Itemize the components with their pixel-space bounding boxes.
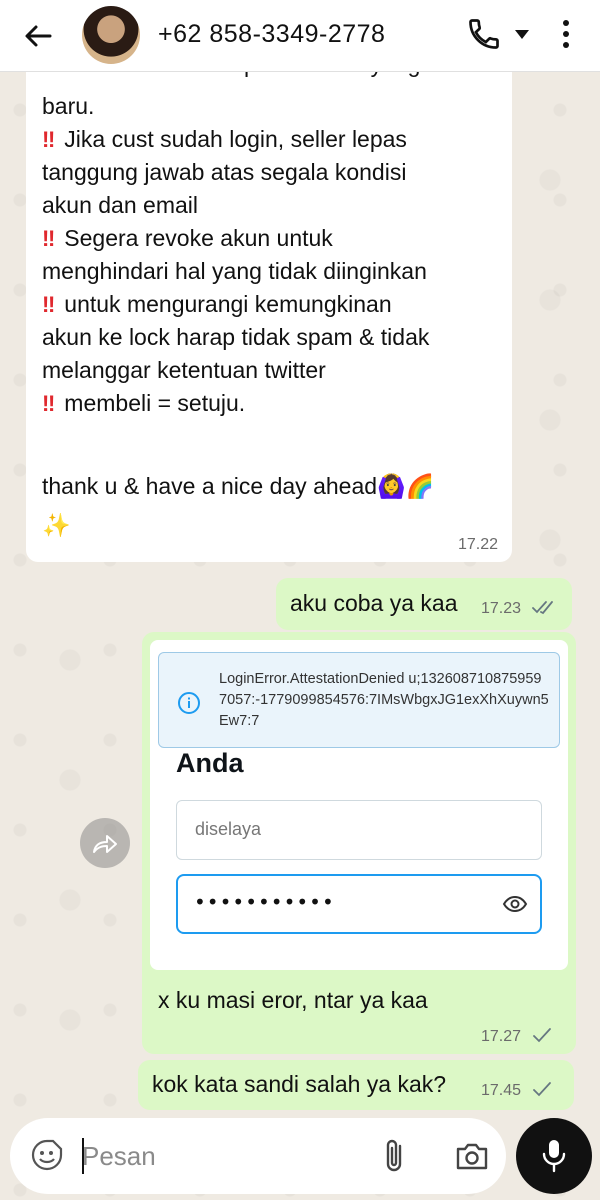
- forward-icon: [93, 835, 117, 853]
- message-body: baru. ‼ Jika cust sudah login, seller lepa…: [42, 90, 502, 420]
- sent-tick-icon: [532, 1028, 558, 1044]
- avatar[interactable]: [82, 6, 140, 64]
- message-line: ‼ Segera revoke akun untuk: [42, 222, 502, 255]
- error-message: LoginError.AttestationDenied u;132608710…: [219, 671, 549, 729]
- sent-message[interactable]: aku coba ya kaa 17.23: [276, 578, 572, 630]
- double-exclamation-icon: ‼: [42, 391, 55, 416]
- mic-icon: [542, 1140, 566, 1173]
- message-composer: [10, 1118, 506, 1194]
- more-vert-icon[interactable]: [556, 16, 576, 52]
- message-input[interactable]: [82, 1136, 362, 1176]
- message-line: menghindari hal yang tidak diinginkan: [42, 255, 502, 288]
- message-line-text: melanggar ketentuan twitter: [42, 357, 326, 383]
- received-message[interactable]: selama 48h karena peraturan X yang baru.…: [26, 52, 512, 562]
- message-time: 17.23: [481, 600, 522, 617]
- image-caption: x ku masi eror, ntar ya kaa: [158, 987, 428, 1013]
- message-line-text: membeli = setuju.: [64, 390, 246, 416]
- double-exclamation-icon: ‼: [42, 226, 55, 251]
- attach-icon[interactable]: [380, 1136, 410, 1176]
- message-line-text: Segera revoke akun untuk: [64, 225, 333, 251]
- password-mask: •••••••••••: [194, 890, 335, 914]
- message-time: 17.22: [457, 536, 498, 553]
- message-line-text: Jika cust sudah login, seller lepas: [64, 126, 407, 152]
- message-line-text: akun dan email: [42, 192, 198, 218]
- login-heading: Anda: [176, 748, 244, 778]
- message-line-text: menghindari hal yang tidak diinginkan: [42, 258, 427, 284]
- message-line: akun ke lock harap tidak spam & tidak: [42, 321, 502, 354]
- message-line-text: baru.: [42, 93, 95, 119]
- password-field: •••••••••••: [176, 874, 542, 934]
- message-line-text: tanggung jawab atas segala kondisi: [42, 159, 407, 185]
- message-text: aku coba ya kaa: [290, 590, 458, 616]
- username-field: diselaya: [176, 800, 542, 860]
- message-text: kok kata sandi salah ya kak?: [152, 1071, 447, 1097]
- message-line-text: untuk mengurangi kemungkinan: [64, 291, 392, 317]
- message-time: 17.45: [481, 1082, 522, 1099]
- back-arrow-icon[interactable]: [20, 18, 56, 54]
- error-banner: LoginError.AttestationDenied u;132608710…: [158, 652, 560, 748]
- read-ticks-icon: [532, 600, 558, 616]
- message-line: melanggar ketentuan twitter: [42, 354, 502, 387]
- double-exclamation-icon: ‼: [42, 127, 55, 152]
- message-line: ‼ membeli = setuju.: [42, 387, 502, 420]
- message-line: ‼ untuk mengurangi kemungkinan: [42, 288, 502, 321]
- message-line: ‼ Jika cust sudah login, seller lepas: [42, 123, 502, 156]
- eye-icon: [502, 892, 528, 916]
- username-value: diselaya: [195, 819, 262, 839]
- message-time: 17.27: [481, 1028, 522, 1045]
- message-line: tanggung jawab atas segala kondisi: [42, 156, 502, 189]
- phone-icon[interactable]: [466, 16, 502, 52]
- attached-screenshot[interactable]: LoginError.AttestationDenied u;132608710…: [150, 640, 568, 970]
- contact-name[interactable]: +62 858-3349-2778: [158, 20, 385, 49]
- sparkles-emoji: ✨: [42, 512, 71, 538]
- message-line-text: akun ke lock harap tidak spam & tidak: [42, 324, 430, 350]
- message-line: baru.: [42, 90, 502, 123]
- mic-button[interactable]: [516, 1118, 592, 1194]
- caret-down-icon[interactable]: [512, 26, 532, 42]
- message-line: akun dan email: [42, 189, 502, 222]
- text-cursor: [82, 1138, 84, 1174]
- sent-tick-icon: [532, 1082, 558, 1098]
- double-exclamation-icon: ‼: [42, 292, 55, 317]
- forward-button[interactable]: [80, 818, 130, 868]
- emoji-icon[interactable]: [30, 1138, 64, 1172]
- info-icon: [177, 691, 201, 715]
- message-closing: thank u & have a nice day ahead🙆‍♀️🌈: [42, 473, 435, 499]
- chat-header: +62 858-3349-2778: [0, 0, 600, 72]
- camera-icon[interactable]: [454, 1140, 490, 1172]
- sent-message[interactable]: kok kata sandi salah ya kak? 17.45: [138, 1060, 574, 1110]
